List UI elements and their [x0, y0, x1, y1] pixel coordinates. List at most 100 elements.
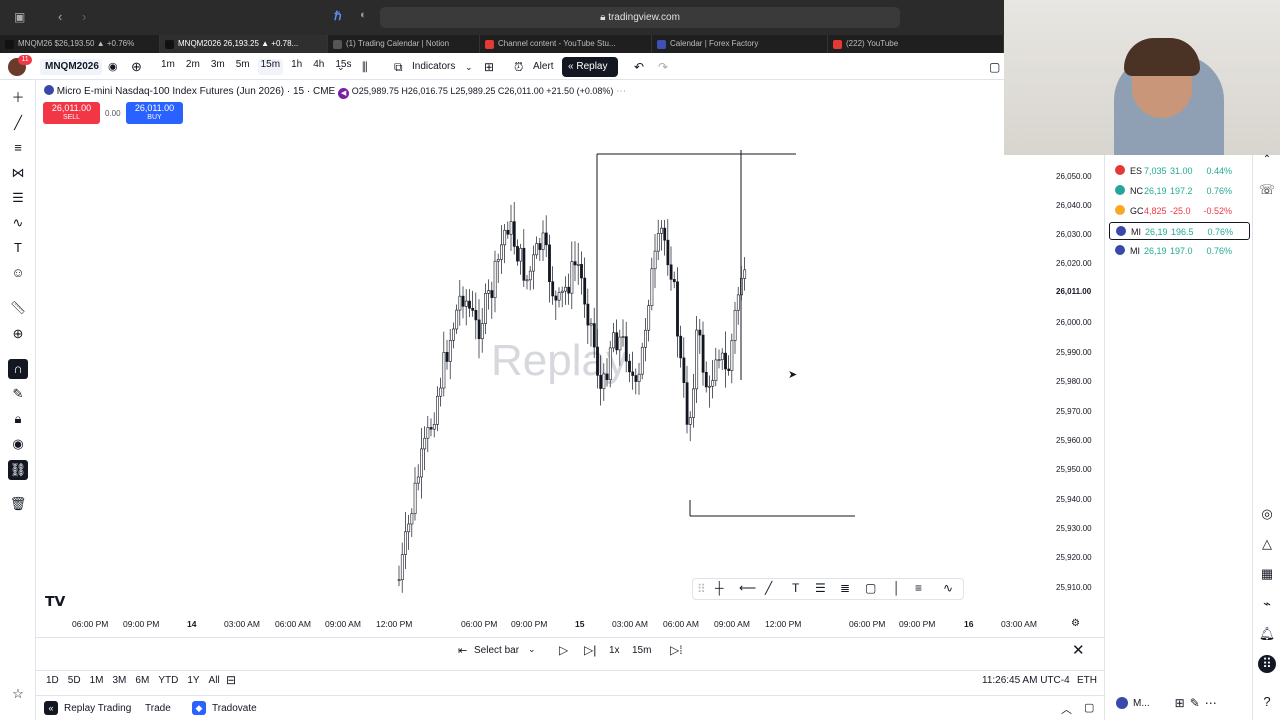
rectangle-icon[interactable]: ▢ — [865, 581, 876, 595]
timeframe-1h[interactable]: 1h — [288, 59, 305, 75]
range-ytd[interactable]: YTD — [158, 675, 178, 686]
indicators-button[interactable]: Indicators — [412, 59, 455, 75]
extension-icon[interactable]: ℏ — [334, 9, 342, 23]
alarm-icon[interactable]: ⏰︎ — [514, 59, 523, 75]
undo-icon[interactable]: ↶ — [634, 59, 644, 75]
more-icon[interactable]: ⋯ — [1205, 696, 1217, 710]
bell-icon[interactable]: 🔔︎ — [1258, 625, 1276, 643]
apps-icon[interactable]: ⠿ — [1258, 655, 1276, 673]
range-5d[interactable]: 5D — [68, 675, 81, 686]
trendline-icon[interactable]: ╱ — [8, 113, 28, 133]
path-icon[interactable]: ∿ — [943, 581, 953, 595]
edit-icon[interactable]: ✎ — [1190, 696, 1200, 710]
browser-tab[interactable]: Calendar | Forex Factory — [652, 35, 828, 53]
back-icon[interactable]: ‹ — [58, 9, 62, 24]
watchlist-row[interactable]: NC26,19 197.2 0.76% — [1109, 182, 1250, 200]
address-bar[interactable]: 🔒︎ tradingview.com — [380, 7, 900, 28]
browser-tab[interactable]: (222) YouTube — [828, 35, 1004, 53]
tab-tradovate[interactable]: Tradovate — [212, 703, 257, 714]
calendar-goto-icon[interactable]: ⊟ — [226, 673, 236, 687]
clock[interactable]: 11:26:45 AM UTC-4 — [982, 675, 1070, 686]
chevron-up-icon[interactable]: ︿ — [1061, 701, 1072, 717]
link-icon[interactable]: ⛓︎ — [8, 460, 28, 480]
crosshair-icon[interactable]: ┼ — [715, 581, 724, 595]
indicators-icon[interactable]: ⧉ — [394, 59, 403, 75]
watchlist-row[interactable]: MI 26,19 196.5 0.76% — [1109, 222, 1250, 240]
timeframe-15m[interactable]: 15m — [257, 59, 284, 75]
timeframe-5m[interactable]: 5m — [233, 59, 253, 75]
chevron-up-icon[interactable]: ⌃ — [1258, 151, 1276, 169]
jump-to-realtime-icon[interactable]: ▷⁞ — [670, 643, 683, 657]
timeframe-1m[interactable]: 1m — [158, 59, 178, 75]
replay-button[interactable]: « Replay — [562, 57, 618, 77]
range-3m[interactable]: 3M — [113, 675, 127, 686]
add-symbol-icon[interactable]: ⊕ — [131, 59, 142, 75]
timeframe-3m[interactable]: 3m — [208, 59, 228, 75]
step-forward-icon[interactable]: ▷| — [584, 643, 596, 657]
forward-icon[interactable]: › — [82, 9, 86, 24]
range-all[interactable]: All — [209, 675, 220, 686]
chevron-down-icon[interactable]: ⌄ — [528, 644, 536, 655]
eye-icon[interactable]: ◉ — [108, 59, 118, 75]
fib-icon[interactable]: ≣ — [840, 581, 850, 595]
tab-replay-trading[interactable]: Replay Trading — [64, 703, 131, 714]
sidebar-toggle-icon[interactable]: ▣ — [14, 10, 25, 24]
watchlist-row[interactable]: MI 26,19 197.0 0.76% — [1109, 242, 1250, 260]
brush-icon[interactable]: ∿ — [8, 213, 28, 233]
maximize-icon[interactable]: ▢ — [1084, 701, 1094, 714]
pattern-icon[interactable]: ⋈ — [8, 163, 28, 183]
timeframe-2m[interactable]: 2m — [183, 59, 203, 75]
visibility-icon[interactable]: ◉ — [8, 434, 28, 454]
drag-handle-icon[interactable]: ⠿ — [697, 582, 706, 596]
redo-icon[interactable]: ↷ — [658, 59, 668, 75]
layout-icon[interactable]: ⊞ — [484, 59, 494, 75]
target-icon[interactable]: ◎ — [1258, 505, 1276, 523]
lock-icon[interactable]: 🔒︎ — [8, 409, 28, 429]
crosshair-icon[interactable]: ＋ — [8, 88, 28, 108]
fullscreen-icon[interactable]: ▢ — [989, 59, 1000, 75]
text-icon[interactable]: T — [8, 238, 28, 258]
text-icon[interactable]: T — [792, 581, 799, 595]
symbol-search[interactable]: MNQM2026 — [40, 59, 102, 75]
range-6m[interactable]: 6M — [135, 675, 149, 686]
zoom-icon[interactable]: ⊕ — [8, 324, 28, 344]
symbol-title[interactable]: Micro E-mini Nasdaq-100 Index Futures (J… — [57, 86, 335, 97]
range-1d[interactable]: 1D — [46, 675, 59, 686]
channel-icon[interactable]: ☰ — [815, 581, 826, 595]
range-1m[interactable]: 1M — [90, 675, 104, 686]
horizontal-ray-icon[interactable]: ⟵ — [739, 581, 756, 595]
timeframe-4h[interactable]: 4h — [310, 59, 327, 75]
close-replay-icon[interactable]: ✕ — [1072, 641, 1085, 659]
select-bar-button[interactable]: Select bar — [474, 645, 519, 656]
chevron-down-icon[interactable]: ⌄ — [465, 59, 473, 75]
triangle-icon[interactable]: △ — [1258, 535, 1276, 553]
browser-tab[interactable]: MNQM26 $26,193.50 ▲ +0.76% — [0, 35, 160, 53]
browser-tab[interactable]: MNQM2026 26,193.25 ▲ +0.78... — [160, 35, 328, 53]
shield-icon[interactable]: ◐ — [360, 9, 367, 21]
layout-icon[interactable]: ⊞ — [1175, 696, 1185, 710]
session-button[interactable]: ETH — [1077, 675, 1097, 686]
chat-icon[interactable]: ☏ — [1258, 181, 1276, 199]
range-1y[interactable]: 1Y — [187, 675, 199, 686]
signal-icon[interactable]: ⌁ — [1258, 595, 1276, 613]
calendar-icon[interactable]: ▦ — [1258, 565, 1276, 583]
parallel-lines-icon[interactable]: ≡ — [915, 581, 922, 595]
pencil-lock-icon[interactable]: ✎ — [8, 384, 28, 404]
help-icon[interactable]: ? — [1258, 693, 1276, 711]
star-icon[interactable]: ☆ — [8, 684, 28, 704]
browser-tab[interactable]: Channel content - YouTube Stu... — [480, 35, 652, 53]
trendline-icon[interactable]: ╱ — [765, 581, 772, 595]
emoji-icon[interactable]: ☺ — [8, 263, 28, 283]
select-bar-icon[interactable]: ⇤ — [458, 644, 467, 657]
watchlist-row[interactable]: GC4,825 -25.0 -0.52% — [1109, 202, 1250, 220]
chevron-down-icon[interactable]: ⌄ — [337, 59, 345, 75]
magnet-icon[interactable]: ∩ — [8, 359, 28, 379]
ruler-icon[interactable]: 📏︎ — [8, 298, 28, 318]
alert-button[interactable]: Alert — [533, 59, 554, 75]
fib-icon[interactable]: ☰ — [8, 188, 28, 208]
watchlist-row[interactable]: ES 7,035 31.00 0.44% — [1109, 162, 1250, 180]
watchlist-symbol-short[interactable]: M... — [1133, 698, 1150, 709]
horizontal-lines-icon[interactable]: ≡ — [8, 138, 28, 158]
price-chart[interactable]: Replay — [36, 100, 1046, 620]
settings-icon[interactable]: ⚙︎ — [1071, 618, 1080, 629]
